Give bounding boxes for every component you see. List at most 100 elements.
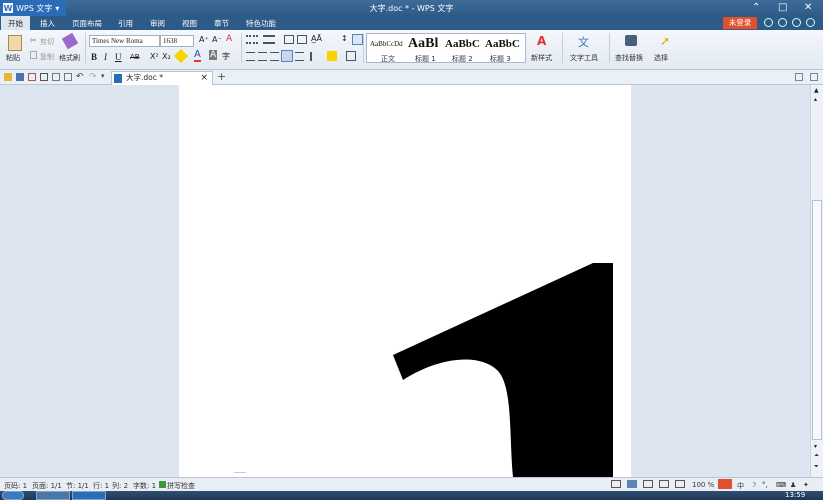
tab-references[interactable]: 引用 [118,18,133,29]
taskbar-app-wps[interactable] [72,491,106,500]
help-icon[interactable] [792,18,801,27]
superscript-button[interactable]: X² [150,52,159,61]
close-window-button[interactable]: ✕ [804,2,812,14]
grow-font-icon[interactable]: A⁺ [199,35,209,44]
new-tab-icon[interactable]: + [217,70,226,83]
line-spacing-icon[interactable] [310,52,320,61]
ime-user-icon[interactable]: ♟ [790,481,796,489]
text-tools-button[interactable]: 文字工具 [570,53,598,63]
scissors-icon[interactable]: ✂ [30,36,37,45]
ime-chinese-icon[interactable]: 中 [737,481,744,491]
bullet-list-icon[interactable] [246,35,258,44]
cursor-icon[interactable]: ➚ [660,34,670,48]
underline-button[interactable]: U [115,52,122,62]
undo-icon[interactable]: ↶ [76,72,84,82]
align-center-icon[interactable] [258,52,267,61]
show-marks-icon[interactable] [352,34,363,45]
text-direction-icon[interactable]: A̲Ā [311,34,322,43]
save-icon[interactable] [16,73,24,81]
export-pdf-icon[interactable] [28,73,36,81]
outline-view-icon[interactable] [643,480,653,488]
align-left-icon[interactable] [246,52,255,61]
binoculars-icon[interactable] [625,35,637,46]
ime-keyboard-icon[interactable]: ⌨ [776,481,786,489]
sort-icon[interactable]: ↕ [341,34,348,43]
open-icon[interactable] [4,73,12,81]
close-doc-icon[interactable] [810,73,818,81]
scroll-down-icon[interactable]: ▾ [814,443,817,450]
spell-icon[interactable] [64,73,72,81]
font-size-select[interactable]: 1638 [160,35,194,47]
tab-chapter[interactable]: 章节 [214,18,229,29]
taskbar-clock[interactable]: 13:59 [785,491,805,499]
prev-page-icon[interactable]: ⏶ [814,452,819,460]
ime-moon-icon[interactable]: ☽ [750,481,756,489]
numbered-list-icon[interactable] [263,35,275,44]
bold-button[interactable]: B [91,52,97,62]
settings-icon[interactable] [778,18,787,27]
decrease-indent-icon[interactable] [284,35,294,44]
copy-icon[interactable] [30,51,37,59]
document-page[interactable] [179,85,631,477]
tab-review[interactable]: 审阅 [150,18,165,29]
subscript-button[interactable]: X₂ [162,52,171,61]
cut-button[interactable]: 剪切 [40,37,54,47]
justify-icon[interactable] [281,50,293,62]
restore-button[interactable]: □ [778,2,787,14]
restore-doc-icon[interactable] [795,73,803,81]
redo-icon[interactable]: ↷ [89,72,97,82]
full-screen-icon[interactable] [611,480,621,488]
start-button[interactable] [2,491,24,500]
copy-button[interactable]: 复制 [40,52,54,62]
tab-view[interactable]: 视图 [182,18,197,29]
ime-settings-icon[interactable]: ✦ [803,481,809,489]
tab-insert[interactable]: 插入 [40,18,55,29]
char-shading-button[interactable]: A [209,50,218,60]
scroll-up-icon[interactable]: ▴ [814,96,817,103]
tab-home[interactable]: 开始 [1,16,30,30]
paste-button[interactable]: 粘贴 [6,53,20,63]
align-right-icon[interactable] [270,52,279,61]
distribute-icon[interactable] [295,52,304,61]
style-preview-h1[interactable]: AaBl [408,36,438,52]
style-preview-h2[interactable]: AaBbC [445,38,480,50]
strikethrough-button[interactable]: AB [130,53,140,61]
spell-check-button[interactable]: 拼写检查 [167,481,195,491]
new-style-icon[interactable]: A [537,34,546,48]
highlight-icon[interactable] [173,48,189,64]
login-button[interactable]: 未登录 [723,17,757,29]
borders-icon[interactable] [346,51,356,61]
customize-quick-access-icon[interactable]: ▾ [101,72,105,80]
select-button[interactable]: 选择 [654,53,668,63]
font-color-button[interactable]: A [194,50,201,62]
find-replace-button[interactable]: 查找替换 [615,53,643,63]
scrollbar-thumb[interactable] [812,200,822,440]
ime-punct-icon[interactable]: °, [762,481,768,489]
text-tools-icon[interactable]: 文 [578,34,589,50]
new-style-button[interactable]: 新样式 [531,53,552,63]
close-tab-icon[interactable]: × [200,72,208,84]
skin-icon[interactable] [764,18,773,27]
paste-icon[interactable] [8,35,22,51]
format-painter-icon[interactable] [61,32,79,50]
tab-page-layout[interactable]: 页面布局 [72,18,102,29]
style-preview-h3[interactable]: AaBbC [485,38,520,50]
vertical-scrollbar[interactable]: ▲ ▴ ▾ ⏶ ⏷ [810,85,823,477]
input-method-logo[interactable] [718,479,732,489]
italic-button[interactable]: I [104,52,107,62]
shrink-font-icon[interactable]: A⁻ [212,35,222,44]
increase-indent-icon[interactable] [297,35,307,44]
scroll-top-icon[interactable]: ▲ [814,87,819,94]
page-view-icon[interactable] [627,480,637,488]
shading-icon[interactable] [327,51,337,61]
taskbar-app-browser[interactable] [36,491,70,500]
format-painter-button[interactable]: 格式刷 [59,53,80,63]
minimize-button[interactable]: ⌃ [752,2,760,14]
zoom-level[interactable]: 100 % [692,481,714,489]
web-view-icon[interactable] [659,480,669,488]
style-preview-normal[interactable]: AaBbCcDd [370,40,403,48]
clear-format-icon[interactable]: A [226,34,232,44]
next-page-icon[interactable]: ⏷ [814,463,819,471]
print-preview-icon[interactable] [52,73,60,81]
print-icon[interactable] [40,73,48,81]
